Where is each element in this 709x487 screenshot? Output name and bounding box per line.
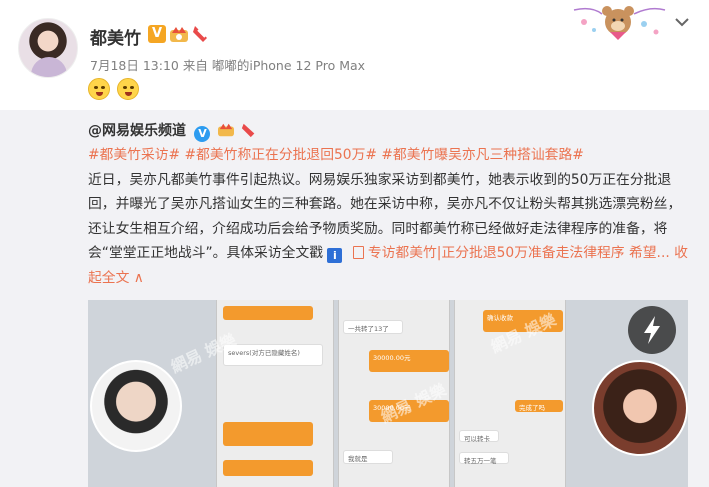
chat-screenshot-1: severs(对方已隐藏姓名) [216,300,334,487]
hashtag-link[interactable]: #都美竹称正在分批退回50万# [185,147,377,163]
chat-text: 完成了吗 [519,404,545,412]
crown-badge-icon[interactable] [217,122,235,138]
hashtag-link[interactable]: #都美竹曝吴亦凡三种搭讪套路# [381,147,583,163]
blue-v-badge-icon[interactable]: V [194,126,211,142]
chat-bubble [223,306,313,320]
person-photo-left [90,360,182,452]
author-name[interactable]: 都美竹 [90,24,141,49]
repost-panel: @网易娱乐频道 V #都美竹采访# #都美竹称正在分批退回50万# #都美竹曝吴… [0,110,709,487]
post-date[interactable]: 7月18日 13:10 [90,58,179,73]
source-device[interactable]: 嘟嘟的iPhone 12 Pro Max [212,58,365,73]
document-icon [352,246,364,259]
chat-text: 转五万一笔 [464,457,497,465]
repost-source-line: @网易娱乐频道 V [88,120,257,142]
source-prefix: 来自 [182,58,208,73]
post-header: 都美竹 V 7月18日 13:10 来自 嘟嘟的iPhone 12 Pro Ma… [0,0,709,110]
chat-bubble: 完成了吗 [515,400,563,412]
crown-badge-icon[interactable] [169,24,189,44]
chat-bubble: 转五万一笔 [459,452,509,465]
chat-text: 我就是 [348,455,368,463]
chat-bubble: 可以转卡 [459,430,499,443]
laughing-emoji-icon [88,78,110,100]
info-icon[interactable]: i [327,248,343,263]
repost-source-account[interactable]: @网易娱乐频道 [88,123,186,139]
chat-text: 一共转了13了 [348,325,389,333]
chat-text: 30000.00元 [373,354,411,362]
chevron-down-icon[interactable] [673,13,691,31]
surprised-emoji-icon [117,78,140,100]
person-photo-right [592,360,688,456]
article-link[interactable]: 专访都美竹|正分批退50万准备走法律程序 希望... [368,245,670,261]
v-badge-icon[interactable]: V [148,25,166,43]
transfer-bubble [223,460,313,476]
post-meta: 7月18日 13:10 来自 嘟嘟的iPhone 12 Pro Max [90,55,365,74]
collapse-arrow-icon: ∧ [133,269,144,286]
video-thumbnail[interactable]: severs(对方已隐藏姓名) 一共转了13了 30000.00元 30000.… [88,300,688,487]
ribbon-badge-icon[interactable] [192,24,210,44]
chat-text: 可以转卡 [464,435,490,443]
emoji-row [88,78,141,102]
lightning-icon[interactable] [628,306,676,354]
transfer-bubble [223,422,313,446]
chat-bubble: 我就是 [343,450,393,464]
author-avatar[interactable] [18,18,78,78]
repost-text: #都美竹采访# #都美竹称正在分批退回50万# #都美竹曝吴亦凡三种搭讪套路# … [88,143,688,290]
ribbon-badge-icon[interactable] [241,122,257,138]
transfer-bubble: 30000.00元 [369,350,449,372]
bear-decoration-icon [573,6,666,40]
hashtag-link[interactable]: #都美竹采访# [88,147,180,163]
chat-bubble: 一共转了13了 [343,320,403,334]
